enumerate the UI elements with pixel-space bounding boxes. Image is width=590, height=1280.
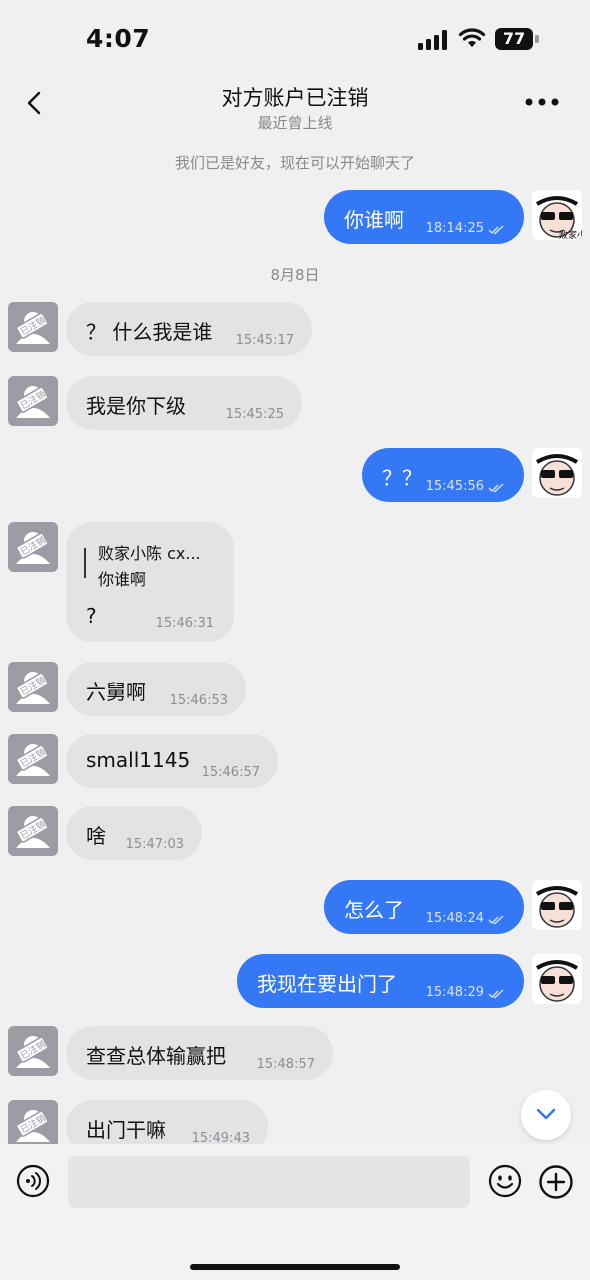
message-bubble-in[interactable]: 出门干嘛 15:49:43	[66, 1100, 268, 1144]
contact-avatar[interactable]: 已注销	[8, 734, 58, 784]
message-bubble-in[interactable]: 六舅啊 15:46:53	[66, 662, 246, 716]
message-time: 15:46:57	[201, 765, 260, 780]
sunglasses-avatar-icon	[532, 448, 582, 498]
status-time: 4:07	[86, 24, 151, 53]
contact-avatar[interactable]: 已注销	[8, 662, 58, 712]
sunglasses-avatar-icon	[532, 954, 582, 1004]
chat-header: 对方账户已注销 最近曾上线	[0, 72, 590, 136]
contact-avatar[interactable]: 已注销	[8, 1100, 58, 1144]
voice-icon[interactable]	[16, 1164, 50, 1198]
scroll-to-bottom-button[interactable]	[521, 1090, 571, 1140]
message-text: 我现在要出门了	[257, 972, 397, 996]
double-check-icon	[488, 989, 504, 999]
contact-avatar[interactable]: 已注销	[8, 806, 58, 856]
message-bubble-in[interactable]: 啥 15:47:03	[66, 806, 202, 860]
message-time: 15:47:03	[125, 837, 184, 852]
message-bubble-in[interactable]: small1145 15:46:57	[66, 734, 278, 788]
message-bubble-in[interactable]: 我是你下级 15:45:25	[66, 376, 302, 430]
chat-title[interactable]: 对方账户已注销	[0, 82, 590, 112]
chevron-down-icon	[536, 1108, 556, 1120]
message-time: 15:48:57	[256, 1057, 315, 1072]
double-check-icon	[488, 483, 504, 493]
system-notice: 我们已是好友，现在可以开始聊天了	[174, 154, 415, 172]
emoji-icon[interactable]	[488, 1164, 522, 1198]
message-text: small1145	[86, 748, 191, 772]
composer	[0, 1144, 590, 1280]
message-time: 15:45:56	[425, 479, 484, 494]
plus-icon[interactable]	[538, 1164, 574, 1200]
message-text: 怎么了	[344, 898, 404, 922]
message-time: 15:49:43	[191, 1131, 250, 1144]
deleted-account-avatar-icon: 已注销	[8, 806, 58, 856]
message-time: 15:46:53	[169, 693, 228, 708]
message-text: 我是你下级	[86, 394, 186, 418]
quote-bar	[84, 548, 86, 578]
deleted-account-avatar-icon: 已注销	[8, 522, 58, 572]
double-check-icon	[488, 915, 504, 925]
message-text: 啥	[86, 824, 106, 848]
message-bubble-out[interactable]: ？？ 15:45:56	[362, 448, 524, 502]
message-bubble-out[interactable]: 你谁啊 18:14:25	[324, 190, 524, 244]
message-text: 你谁啊	[344, 208, 404, 232]
message-time: 15:46:31	[155, 616, 214, 631]
status-bar: 4:07 77	[0, 0, 590, 72]
message-time: 18:14:25	[425, 221, 484, 236]
message-time: 15:48:24	[425, 911, 484, 926]
message-text: 查查总体输赢把	[86, 1044, 226, 1068]
my-avatar[interactable]: 败家小陈	[532, 190, 582, 240]
double-check-icon	[488, 225, 504, 235]
message-list[interactable]: 我们已是好友，现在可以开始聊天了 你谁啊 18:14:25 败家小陈 8月8日 …	[0, 136, 590, 1144]
sunglasses-avatar-icon	[532, 880, 582, 930]
contact-avatar[interactable]: 已注销	[8, 376, 58, 426]
sunglasses-avatar-icon: 败家小陈	[532, 190, 582, 240]
quoted-author[interactable]: 败家小陈 cx...	[98, 540, 201, 564]
my-avatar[interactable]	[532, 880, 582, 930]
my-avatar[interactable]	[532, 954, 582, 1004]
contact-avatar[interactable]: 已注销	[8, 1026, 58, 1076]
message-bubble-out[interactable]: 我现在要出门了 15:48:29	[237, 954, 524, 1008]
message-input[interactable]	[68, 1156, 470, 1208]
contact-avatar[interactable]: 已注销	[8, 522, 58, 572]
message-text: ？？	[382, 466, 422, 490]
more-dots-icon[interactable]	[524, 92, 560, 112]
message-text: 出门干嘛	[86, 1118, 166, 1142]
home-indicator	[190, 1264, 400, 1270]
cellular-signal-icon	[418, 30, 447, 50]
deleted-account-avatar-icon: 已注销	[8, 734, 58, 784]
deleted-account-avatar-icon: 已注销	[8, 376, 58, 426]
deleted-account-avatar-icon: 已注销	[8, 1026, 58, 1076]
message-time: 15:48:29	[425, 985, 484, 1000]
avatar-caption: 败家小陈	[559, 229, 582, 240]
contact-avatar[interactable]: 已注销	[8, 302, 58, 352]
quoted-text[interactable]: 你谁啊	[98, 566, 146, 590]
message-text: ?	[86, 604, 97, 628]
battery-icon: 77	[495, 28, 539, 50]
message-bubble-reply[interactable]: 败家小陈 cx... 你谁啊 ? 15:46:31	[66, 522, 234, 642]
message-bubble-in[interactable]: 查查总体输赢把 15:48:57	[66, 1026, 333, 1080]
wifi-icon	[458, 28, 486, 47]
message-time: 15:45:25	[225, 407, 284, 422]
message-text: 六舅啊	[86, 680, 146, 704]
deleted-account-avatar-icon: 已注销	[8, 302, 58, 352]
message-bubble-out[interactable]: 怎么了 15:48:24	[324, 880, 524, 934]
message-bubble-in[interactable]: ？ 什么我是谁 15:45:17	[66, 302, 312, 356]
message-text: ？ 什么我是谁	[86, 320, 213, 344]
deleted-account-avatar-icon: 已注销	[8, 1100, 58, 1144]
deleted-account-avatar-icon: 已注销	[8, 662, 58, 712]
date-divider: 8月8日	[270, 266, 320, 284]
message-time: 15:45:17	[235, 333, 294, 348]
chat-subtitle: 最近曾上线	[257, 114, 333, 132]
battery-level: 77	[495, 28, 533, 50]
my-avatar[interactable]	[532, 448, 582, 498]
